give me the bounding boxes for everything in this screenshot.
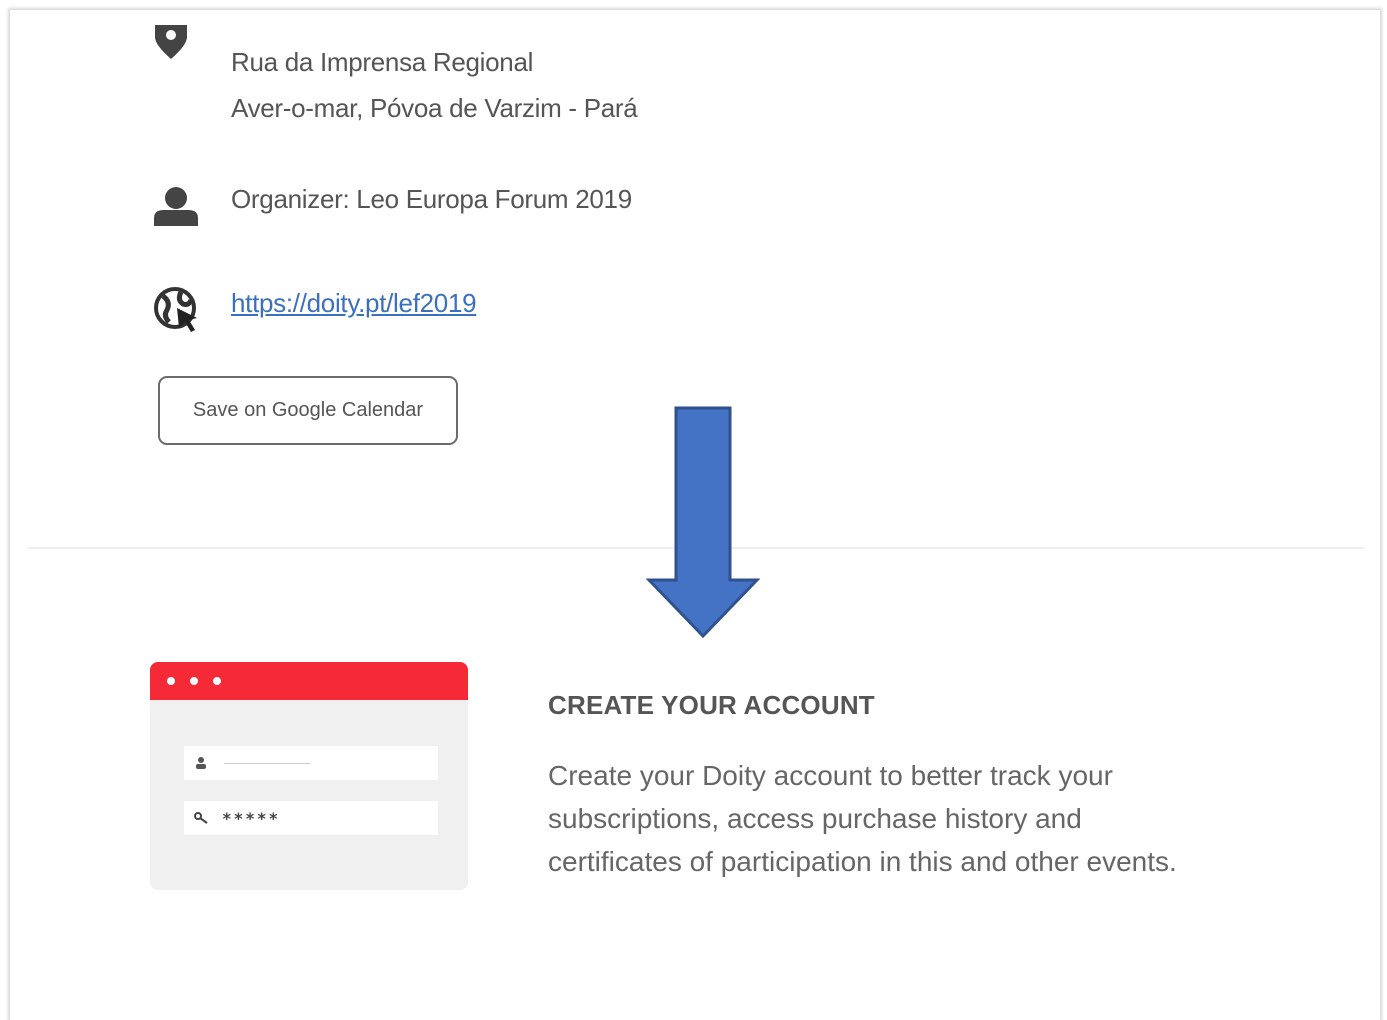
address-line-2: Aver-o-mar, Póvoa de Varzim - Pará [231, 93, 638, 123]
illustration-password-field: ***** [184, 801, 438, 835]
create-account-description: Create your Doity account to better trac… [548, 754, 1308, 883]
key-icon [194, 812, 208, 824]
save-google-calendar-button[interactable]: Save on Google Calendar [158, 376, 458, 445]
illustration-username-line [224, 763, 310, 764]
globe-cursor-icon [154, 287, 197, 332]
create-account-title: CREATE YOUR ACCOUNT [548, 690, 875, 720]
window-dot [190, 677, 198, 685]
description-line: certificates of participation in this an… [548, 846, 1177, 877]
organizer-text: Organizer: Leo Europa Forum 2019 [231, 184, 632, 214]
illustration-username-field [184, 746, 438, 780]
user-icon [154, 187, 198, 226]
window-dot [213, 677, 221, 685]
login-form-illustration: ***** [150, 662, 468, 890]
window-dot [167, 677, 175, 685]
illustration-window-bar [150, 662, 468, 700]
map-pin-icon [155, 25, 187, 59]
address-line-1: Rua da Imprensa Regional [231, 47, 534, 77]
down-arrow-icon [646, 406, 760, 639]
description-line: Create your Doity account to better trac… [548, 760, 1113, 791]
description-line: subscriptions, access purchase history a… [548, 803, 1082, 834]
illustration-password-mask: ***** [222, 809, 281, 828]
user-icon [196, 757, 206, 769]
email-content-panel: Rua da Imprensa Regional Aver-o-mar, Póv… [10, 10, 1380, 1020]
event-url-link[interactable]: https://doity.pt/lef2019 [231, 280, 477, 326]
